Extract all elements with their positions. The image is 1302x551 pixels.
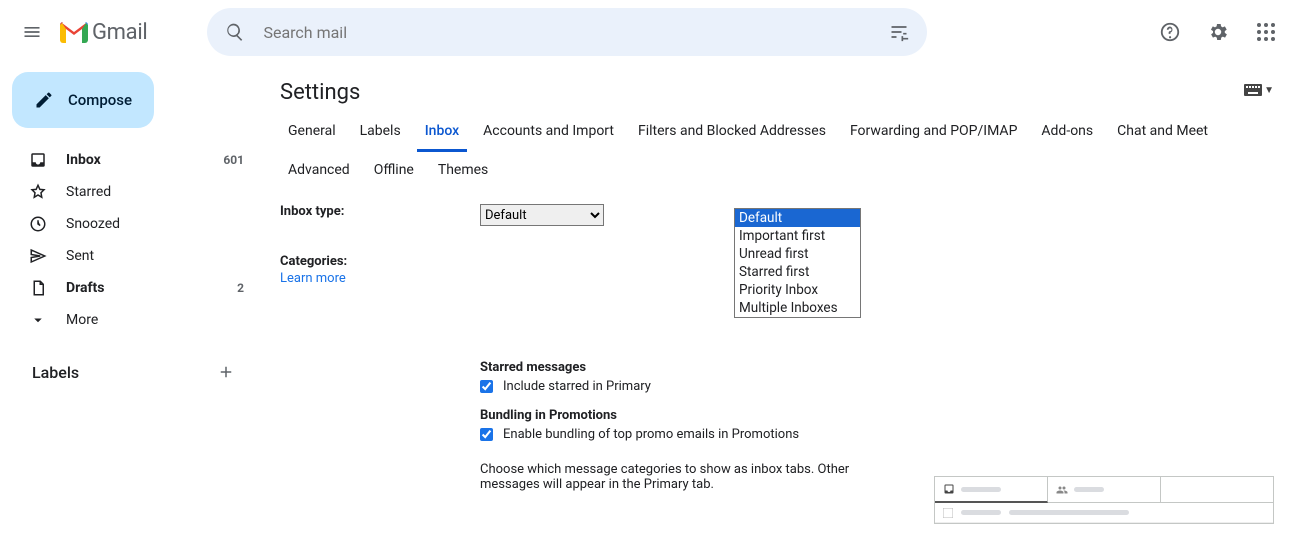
- tab-accounts-and-import[interactable]: Accounts and Import: [475, 113, 622, 152]
- gmail-logo-icon: [60, 21, 88, 43]
- tab-filters-and-blocked-addresses[interactable]: Filters and Blocked Addresses: [630, 113, 834, 152]
- inbox-type-option[interactable]: Default: [735, 209, 860, 227]
- bundling-heading: Bundling in Promotions: [480, 408, 1040, 423]
- search-icon: [225, 22, 245, 42]
- chevron-down-icon: ▼: [1264, 85, 1274, 96]
- bundling-label: Enable bundling of top promo emails in P…: [503, 427, 799, 442]
- support-button[interactable]: [1150, 12, 1190, 52]
- plus-icon: [217, 363, 235, 381]
- gear-icon: [1207, 21, 1229, 43]
- preview-primary-tab: [935, 477, 1048, 503]
- sidebar-item-label: Starred: [66, 184, 244, 200]
- inbox-type-dropdown[interactable]: DefaultImportant firstUnread firstStarre…: [734, 208, 861, 318]
- labels-section-header: Labels: [8, 358, 256, 386]
- settings-tabs: GeneralLabelsInboxAccounts and ImportFil…: [256, 113, 1302, 188]
- search-button[interactable]: [215, 12, 255, 52]
- send-icon: [28, 247, 48, 265]
- inbox-type-option[interactable]: Unread first: [735, 245, 860, 263]
- compose-label: Compose: [68, 91, 132, 109]
- tab-advanced[interactable]: Advanced: [280, 152, 358, 188]
- include-starred-checkbox[interactable]: [480, 380, 493, 393]
- preview-extra-tab: [1161, 477, 1273, 503]
- sidebar-item-label: Snoozed: [66, 216, 244, 232]
- learn-more-link[interactable]: Learn more: [280, 271, 480, 286]
- inbox-type-select[interactable]: Default: [480, 204, 604, 226]
- inbox-type-option[interactable]: Multiple Inboxes: [735, 299, 860, 317]
- tab-general[interactable]: General: [280, 113, 344, 152]
- file-icon: [28, 279, 48, 297]
- settings-panel: Settings ▼ GeneralLabelsInboxAccounts an…: [256, 64, 1302, 551]
- keyboard-icon: [1244, 84, 1262, 96]
- help-icon: [1159, 21, 1181, 43]
- settings-button[interactable]: [1198, 12, 1238, 52]
- main-menu-button[interactable]: [8, 8, 56, 56]
- people-icon: [1056, 484, 1068, 496]
- star-icon: [28, 183, 48, 201]
- search-bar[interactable]: [207, 8, 927, 56]
- inbox-type-option[interactable]: Important first: [735, 227, 860, 245]
- search-input[interactable]: [255, 23, 879, 42]
- tab-chat-and-meet[interactable]: Chat and Meet: [1109, 113, 1216, 152]
- gmail-logo-text: Gmail: [92, 20, 147, 45]
- inbox-type-label: Inbox type:: [280, 204, 480, 219]
- sidebar-item-count: 2: [237, 281, 244, 295]
- page-title: Settings: [256, 64, 1302, 113]
- apps-button[interactable]: [1246, 12, 1286, 52]
- sidebar-item-drafts[interactable]: Drafts2: [8, 272, 256, 304]
- sidebar-item-label: More: [66, 312, 244, 328]
- tab-inbox[interactable]: Inbox: [417, 113, 467, 152]
- inbox-preview: [934, 476, 1274, 524]
- sidebar: Compose Inbox601 Starred Snoozed Sent Drafts…: [0, 64, 256, 551]
- add-label-button[interactable]: [212, 358, 240, 386]
- include-starred-label: Include starred in Primary: [503, 379, 651, 394]
- apps-grid-icon: [1257, 23, 1275, 41]
- sidebar-item-label: Drafts: [66, 280, 237, 296]
- starred-messages-heading: Starred messages: [480, 360, 1040, 375]
- inbox-type-option[interactable]: Starred first: [735, 263, 860, 281]
- sidebar-item-label: Sent: [66, 248, 244, 264]
- pencil-icon: [34, 90, 54, 110]
- categories-hint: Choose which message categories to show …: [480, 462, 900, 492]
- inbox-type-option[interactable]: Priority Inbox: [735, 281, 860, 299]
- input-tools-button[interactable]: ▼: [1244, 84, 1274, 96]
- gmail-logo[interactable]: Gmail: [60, 20, 147, 45]
- sidebar-item-inbox[interactable]: Inbox601: [8, 144, 256, 176]
- tab-forwarding-and-pop-imap[interactable]: Forwarding and POP/IMAP: [842, 113, 1025, 152]
- labels-heading: Labels: [32, 363, 79, 382]
- inbox-icon: [28, 151, 48, 169]
- tab-themes[interactable]: Themes: [430, 152, 496, 188]
- tab-add-ons[interactable]: Add-ons: [1033, 113, 1101, 152]
- tab-offline[interactable]: Offline: [366, 152, 422, 188]
- sidebar-item-starred[interactable]: Starred: [8, 176, 256, 208]
- sidebar-item-sent[interactable]: Sent: [8, 240, 256, 272]
- bundling-checkbox[interactable]: [480, 428, 493, 441]
- compose-button[interactable]: Compose: [12, 72, 154, 128]
- sidebar-item-snoozed[interactable]: Snoozed: [8, 208, 256, 240]
- sidebar-item-count: 601: [223, 153, 244, 167]
- sidebar-item-label: Inbox: [66, 152, 223, 168]
- sidebar-item-more[interactable]: More: [8, 304, 256, 336]
- search-options-button[interactable]: [879, 12, 919, 52]
- preview-social-tab: [1048, 477, 1161, 503]
- tab-labels[interactable]: Labels: [352, 113, 409, 152]
- categories-label: Categories: Learn more: [280, 254, 480, 286]
- square-icon: [943, 508, 953, 518]
- tune-icon: [889, 22, 909, 42]
- inbox-icon: [943, 483, 955, 495]
- hamburger-icon: [22, 22, 42, 42]
- header: Gmail: [0, 0, 1302, 64]
- preview-row: [935, 503, 1273, 523]
- clock-icon: [28, 215, 48, 233]
- header-actions: [1150, 12, 1294, 52]
- chev-icon: [28, 311, 48, 329]
